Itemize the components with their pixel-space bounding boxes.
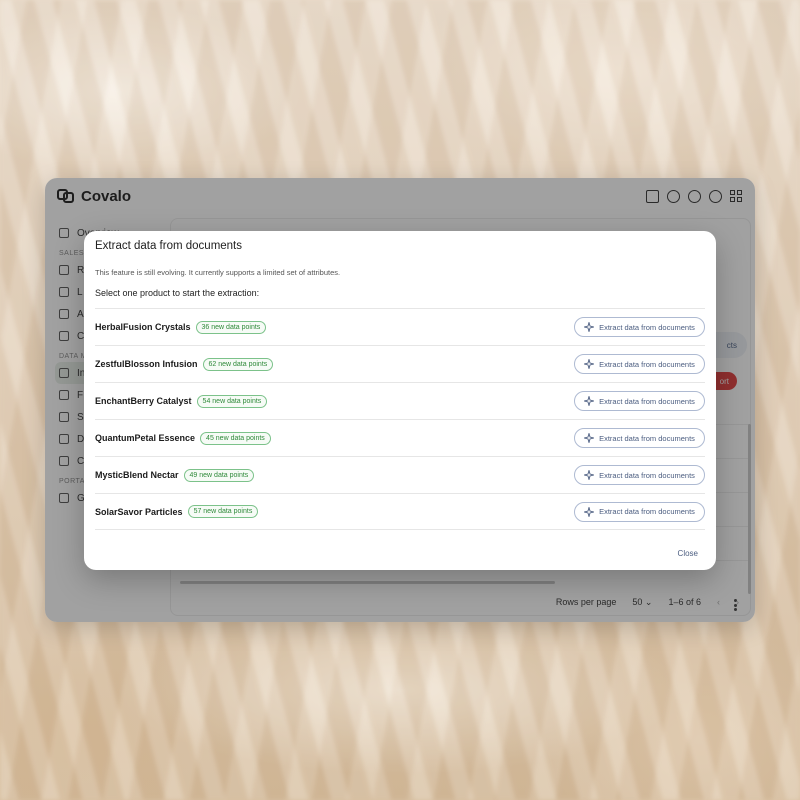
product-name: MysticBlend Nectar <box>95 470 179 480</box>
product-name: SolarSavor Particles <box>95 506 183 517</box>
extract-button-label: Extract data from documents <box>599 507 695 516</box>
extract-data-button[interactable]: Extract data from documents <box>574 428 705 448</box>
product-list: HerbalFusion Crystals 36 new data points… <box>95 308 705 530</box>
sparkle-icon <box>584 506 595 517</box>
data-points-badge: 45 new data points <box>200 431 271 445</box>
extract-button-label: Extract data from documents <box>599 359 695 369</box>
extract-data-modal: Extract data from documents This feature… <box>84 231 716 570</box>
product-row: HerbalFusion Crystals 36 new data points… <box>95 308 705 345</box>
product-name: QuantumPetal Essence <box>95 433 196 443</box>
sparkle-icon <box>584 470 595 480</box>
product-name: ZestfulBlosson Infusion <box>95 359 198 369</box>
product-row: ZestfulBlosson Infusion 62 new data poin… <box>95 345 705 382</box>
extract-button-label: Extract data from documents <box>599 322 695 332</box>
extract-data-button[interactable]: Extract data from documents <box>574 465 705 485</box>
extract-data-button[interactable]: Extract data from documents <box>574 501 705 522</box>
data-points-badge: 49 new data points <box>183 468 255 482</box>
data-points-badge: 57 new data points <box>187 505 259 518</box>
modal-title: Extract data from documents <box>95 240 243 252</box>
product-row: QuantumPetal Essence 45 new data points … <box>95 419 705 456</box>
data-points-badge: 36 new data points <box>195 320 267 334</box>
extract-button-label: Extract data from documents <box>599 433 695 443</box>
product-name: EnchantBerry Catalyst <box>95 396 192 406</box>
product-row: EnchantBerry Catalyst 54 new data points… <box>95 382 705 419</box>
product-row: SolarSavor Particles 57 new data points … <box>95 493 705 530</box>
data-points-badge: 62 new data points <box>202 357 274 371</box>
extract-button-label: Extract data from documents <box>599 396 695 406</box>
extract-data-button[interactable]: Extract data from documents <box>574 354 705 374</box>
sparkle-icon <box>584 396 595 406</box>
data-points-badge: 54 new data points <box>196 394 268 408</box>
modal-instruction: Select one product to start the extracti… <box>95 288 260 298</box>
close-button[interactable]: Close <box>678 549 698 558</box>
sparkle-icon <box>584 359 595 369</box>
modal-note: This feature is still evolving. It curre… <box>95 268 341 277</box>
extract-data-button[interactable]: Extract data from documents <box>574 317 705 337</box>
extract-data-button[interactable]: Extract data from documents <box>574 391 705 411</box>
product-name: HerbalFusion Crystals <box>95 322 191 332</box>
sparkle-icon <box>584 322 595 332</box>
sparkle-icon <box>584 433 595 443</box>
extract-button-label: Extract data from documents <box>599 470 695 480</box>
product-row: MysticBlend Nectar 49 new data points Ex… <box>95 456 705 493</box>
